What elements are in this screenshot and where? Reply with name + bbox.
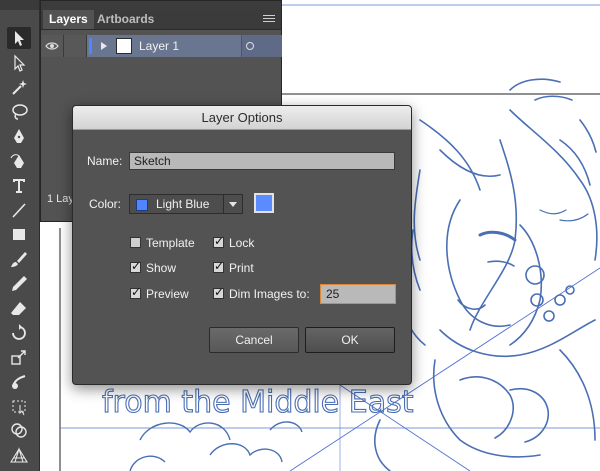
shape-builder-tool-icon [11,423,27,438]
free-transform-tool-button[interactable] [7,395,31,417]
eraser-tool-button[interactable] [7,297,31,319]
rotate-tool-button[interactable] [7,321,31,343]
dropdown-arrow-icon[interactable] [223,195,242,213]
paintbrush-tool-icon [11,251,27,267]
shape-builder-tool-button[interactable] [7,419,31,441]
color-swatch-small [136,199,148,211]
visibility-toggle[interactable] [41,35,64,57]
type-tool-button[interactable] [7,174,31,196]
magic-wand-tool-icon [12,80,27,95]
expand-triangle-icon[interactable] [101,42,107,50]
color-label: Color: [89,197,122,211]
print-label: Print [229,261,254,275]
name-input[interactable]: Sketch [129,152,395,170]
dim-percent-input[interactable]: 25 [320,284,396,304]
line-tool-button[interactable] [7,199,31,221]
eye-icon [45,42,59,50]
layer-options-dialog: Layer Options Name: Sketch Color: Light … [72,105,412,385]
dim-images-checkbox[interactable] [213,285,224,299]
show-label: Show [146,261,177,275]
tab-layers[interactable]: Layers [43,10,94,29]
warp-tool-button[interactable] [7,370,31,392]
lock-toggle[interactable] [64,35,87,57]
layer-row[interactable]: Layer 1 [41,35,282,57]
scale-tool-button[interactable] [7,346,31,368]
pencil-tool-icon [12,276,27,291]
paintbrush-tool-button[interactable] [7,248,31,270]
curvature-pen-tool-button[interactable] [7,150,31,172]
layer-count: 1 Lay [47,193,74,205]
target-circle-icon[interactable] [246,42,254,50]
dim-images-label: Dim Images to: [229,287,310,301]
artwork-caption: from the Middle East [102,385,414,420]
dialog-title[interactable]: Layer Options [73,106,411,130]
direct-selection-tool-icon [14,54,26,72]
pencil-tool-button[interactable] [7,272,31,294]
curvature-pen-tool-icon [10,153,24,168]
color-select[interactable]: Light Blue [129,194,243,214]
panel-title-bar[interactable] [41,1,281,10]
line-tool-icon [12,202,26,218]
free-transform-tool-icon [12,400,26,415]
warp-tool-icon [12,375,26,389]
perspective-grid-tool-button[interactable] [7,444,31,466]
tools-panel-grip[interactable] [0,0,39,10]
ok-button[interactable]: OK [305,327,395,353]
rotate-tool-icon [12,324,26,340]
color-select-value: Light Blue [156,197,210,211]
lasso-tool-button[interactable] [7,101,31,123]
rectangle-tool-button[interactable] [7,223,31,245]
pen-tool-icon [14,129,24,143]
cancel-button[interactable]: Cancel [209,327,299,353]
panel-tabs: Layers Artboards [41,10,281,30]
panel-menu-icon[interactable] [263,15,275,25]
magic-wand-tool-button[interactable] [7,76,31,98]
layer-thumbnail [116,38,132,54]
show-checkbox[interactable] [130,259,141,273]
name-label: Name: [87,154,123,168]
scale-tool-icon [11,349,26,365]
lasso-tool-icon [12,103,28,120]
lock-checkbox[interactable] [213,234,224,248]
direct-selection-tool-button[interactable] [7,52,31,74]
preview-label: Preview [146,287,189,301]
rectangle-tool-icon [13,229,25,240]
layer-name[interactable]: Layer 1 [139,35,179,57]
perspective-grid-tool-icon [10,446,28,463]
eraser-tool-icon [11,301,26,315]
template-checkbox[interactable] [130,237,141,248]
tools-panel [0,0,40,471]
selection-tool-button[interactable] [7,27,31,49]
tab-artboards[interactable]: Artboards [91,10,160,29]
type-tool-icon [13,179,25,193]
template-label: Template [146,236,195,250]
layer-color-bar [89,38,92,54]
print-checkbox[interactable] [213,259,224,273]
color-swatch-button[interactable] [254,193,274,213]
selection-tool-icon [15,31,24,46]
lock-label: Lock [229,236,255,250]
preview-checkbox[interactable] [130,285,141,299]
pen-tool-button[interactable] [7,125,31,147]
